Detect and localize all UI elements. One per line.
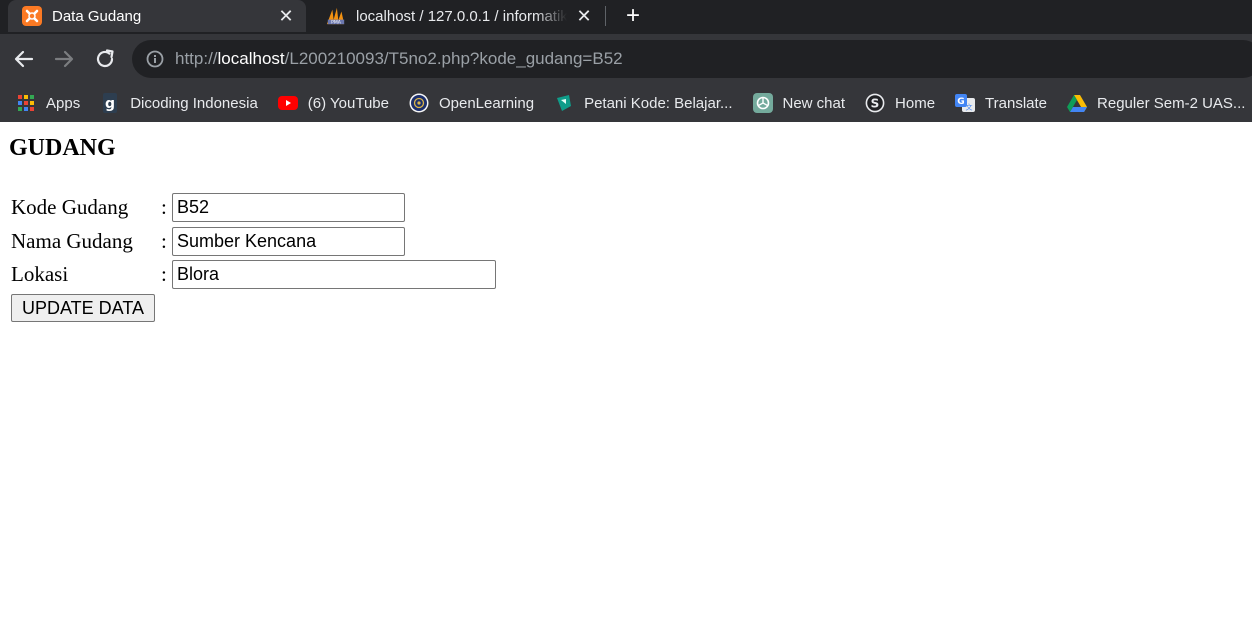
dicoding-icon: g bbox=[100, 93, 120, 113]
bookmark-translate[interactable]: G 文 Translate bbox=[949, 88, 1057, 118]
bookmark-youtube[interactable]: (6) YouTube bbox=[272, 88, 399, 118]
url-text: http://localhost/L200210093/T5no2.php?ko… bbox=[175, 49, 623, 69]
home-s-icon: S bbox=[865, 93, 885, 113]
url-host: localhost bbox=[217, 49, 285, 68]
tab-strip: Data Gudang ✕ PMA localhost / 127.0.0.1 … bbox=[0, 0, 1252, 34]
bookmark-label: Dicoding Indonesia bbox=[130, 94, 258, 112]
reload-button[interactable] bbox=[92, 46, 118, 72]
chatgpt-icon bbox=[752, 93, 773, 113]
youtube-icon bbox=[277, 93, 298, 113]
arrow-right-icon bbox=[54, 50, 74, 68]
colon-separator: : bbox=[161, 194, 167, 219]
bookmark-reguler-sem2[interactable]: Reguler Sem-2 UAS... bbox=[1061, 88, 1252, 118]
svg-text:文: 文 bbox=[966, 103, 973, 112]
bookmarks-bar: Apps g Dicoding Indonesia (6) YouTube Op… bbox=[0, 84, 1252, 122]
google-drive-icon bbox=[1067, 93, 1088, 113]
forward-button[interactable] bbox=[51, 46, 77, 72]
svg-text:PMA: PMA bbox=[331, 20, 342, 26]
close-tab-icon[interactable]: ✕ bbox=[573, 5, 595, 27]
lokasi-input[interactable] bbox=[172, 259, 496, 289]
form-row-kode-gudang: Kode Gudang : bbox=[11, 192, 405, 222]
site-info-icon[interactable] bbox=[146, 50, 164, 68]
bookmark-label: Apps bbox=[46, 94, 81, 112]
tab-phpmyadmin[interactable]: PMA localhost / 127.0.0.1 / informatika … bbox=[312, 0, 604, 32]
colon-separator: : bbox=[161, 261, 167, 286]
phpmyadmin-icon: PMA bbox=[326, 6, 346, 26]
svg-text:S: S bbox=[871, 97, 880, 111]
kode-gudang-label: Kode Gudang bbox=[11, 194, 129, 219]
svg-text:G: G bbox=[957, 97, 964, 107]
page-content: GUDANG Kode Gudang : Nama Gudang : Lokas… bbox=[0, 123, 1252, 640]
new-tab-button[interactable]: + bbox=[620, 4, 646, 28]
form-row-lokasi: Lokasi : bbox=[11, 259, 496, 289]
bookmark-label: Petani Kode: Belajar... bbox=[584, 94, 733, 112]
svg-text:g: g bbox=[105, 96, 115, 112]
browser-toolbar: http://localhost/L200210093/T5no2.php?ko… bbox=[0, 34, 1252, 84]
bookmark-openlearning[interactable]: OpenLearning bbox=[403, 88, 544, 118]
bookmark-home[interactable]: S Home bbox=[859, 88, 945, 118]
colon-separator: : bbox=[161, 228, 167, 253]
url-path: /L200210093/T5no2.php?kode_gudang=B52 bbox=[284, 49, 623, 68]
bookmark-new-chat[interactable]: New chat bbox=[747, 88, 856, 118]
openlearning-icon bbox=[409, 93, 429, 113]
tab-separator bbox=[605, 6, 606, 26]
kode-gudang-input[interactable] bbox=[172, 192, 405, 222]
bookmark-label: OpenLearning bbox=[438, 94, 535, 112]
arrow-left-icon bbox=[14, 50, 34, 68]
bookmark-label: (6) YouTube bbox=[307, 94, 389, 112]
apps-grid-icon bbox=[16, 93, 36, 113]
bookmark-dicoding[interactable]: g Dicoding Indonesia bbox=[94, 88, 268, 118]
bookmark-label: New chat bbox=[782, 94, 846, 112]
bookmark-label: Translate bbox=[985, 94, 1048, 112]
lokasi-label: Lokasi bbox=[11, 261, 69, 286]
xampp-icon bbox=[22, 6, 42, 26]
reload-icon bbox=[96, 49, 114, 68]
close-tab-icon[interactable]: ✕ bbox=[275, 5, 297, 27]
back-button[interactable] bbox=[11, 46, 37, 72]
tab-data-gudang[interactable]: Data Gudang ✕ bbox=[8, 0, 306, 32]
petani-kode-icon bbox=[554, 93, 574, 113]
tab-title: localhost / 127.0.0.1 / informatika bbox=[356, 7, 567, 25]
page-title: GUDANG bbox=[9, 135, 116, 161]
bookmark-petani-kode[interactable]: Petani Kode: Belajar... bbox=[548, 88, 742, 118]
update-data-button[interactable]: UPDATE DATA bbox=[11, 294, 156, 322]
url-scheme: http:// bbox=[175, 49, 218, 68]
bookmark-apps[interactable]: Apps bbox=[10, 88, 90, 118]
tab-title: Data Gudang bbox=[52, 7, 142, 25]
nama-gudang-label: Nama Gudang bbox=[11, 228, 133, 253]
address-bar[interactable]: http://localhost/L200210093/T5no2.php?ko… bbox=[132, 40, 1252, 78]
nama-gudang-input[interactable] bbox=[172, 226, 405, 256]
bookmark-label: Home bbox=[895, 94, 936, 112]
bookmark-label: Reguler Sem-2 UAS... bbox=[1097, 94, 1246, 112]
form-row-nama-gudang: Nama Gudang : bbox=[11, 226, 405, 256]
translate-icon: G 文 bbox=[955, 93, 976, 113]
